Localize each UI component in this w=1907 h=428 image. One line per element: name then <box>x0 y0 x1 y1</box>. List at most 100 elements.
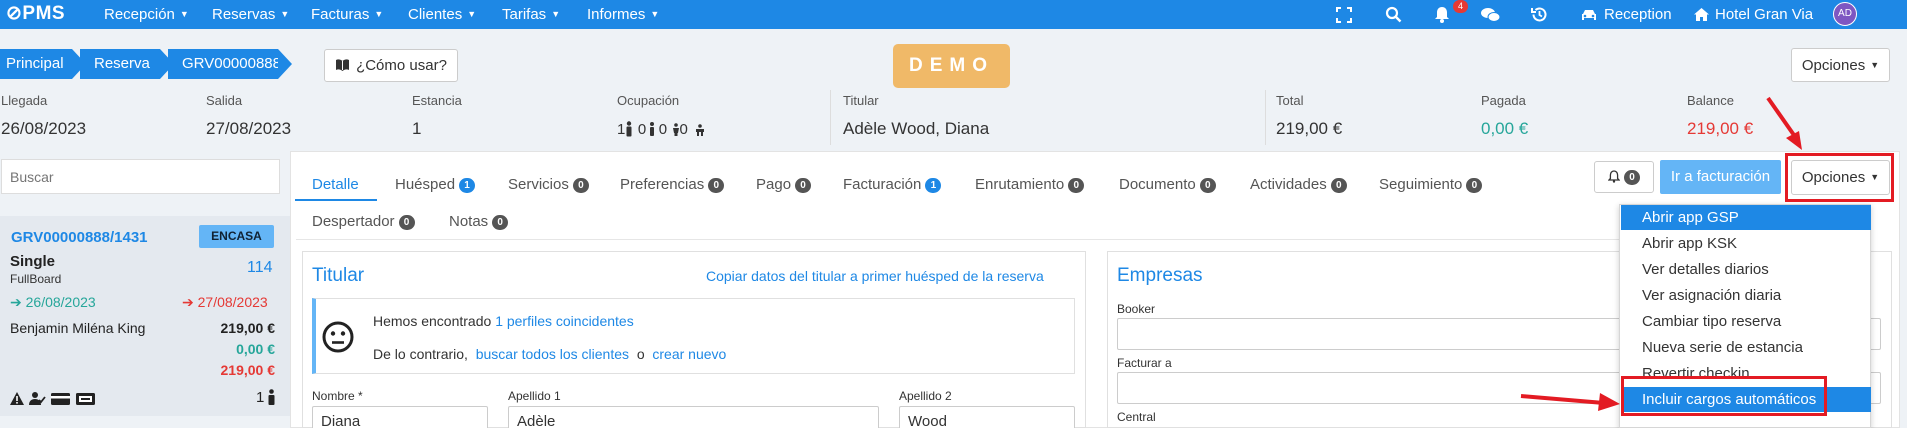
go-to-invoice-button[interactable]: Ir a facturación <box>1660 160 1781 194</box>
annotation-arrow-icon <box>1766 96 1802 150</box>
fullscreen-icon[interactable] <box>1336 7 1352 23</box>
matches-text: Hemos encontrado 1 perfiles coincidentes <box>373 313 634 329</box>
search-all-clients-link[interactable]: buscar todos los clientes <box>476 346 629 362</box>
apellido2-label: Apellido 2 <box>899 389 952 403</box>
breadcrumb-reserva[interactable]: Reserva <box>80 49 174 79</box>
dropdown-item-open-ksk[interactable]: Abrir app KSK <box>1621 231 1871 256</box>
dropdown-item-new-stay-series[interactable]: Nueva serie de estancia <box>1621 335 1871 360</box>
tab-pago[interactable]: Pago 0 <box>756 176 812 193</box>
breadcrumb-principal[interactable]: Principal <box>0 49 86 79</box>
caret-down-icon: ▼ <box>551 9 561 19</box>
tab-huesped[interactable]: Huésped 1 <box>395 176 476 193</box>
search-icon[interactable] <box>1385 6 1402 23</box>
how-to-use-button[interactable]: ¿Cómo usar? <box>324 49 458 82</box>
tab-facturacion[interactable]: Facturación 1 <box>843 176 942 193</box>
llegada-label: Llegada <box>1 93 48 108</box>
nombre-label: Nombre * <box>312 389 363 403</box>
hotel-selector[interactable]: Hotel Gran Via <box>1715 6 1813 23</box>
bell-icon[interactable] <box>1434 6 1450 23</box>
tab-detalle[interactable]: Detalle <box>312 176 359 193</box>
caret-down-icon: ▼ <box>179 9 189 19</box>
tab-badge: 0 <box>795 178 812 193</box>
or-text: o <box>636 346 645 362</box>
balance-label: Balance <box>1687 93 1734 108</box>
annotation-arrow-icon <box>1520 393 1620 411</box>
empresas-card-title: Empresas <box>1117 265 1203 286</box>
tab-badge: 1 <box>459 178 476 193</box>
chat-icon[interactable] <box>1481 7 1500 23</box>
tab-enrutamiento[interactable]: Enrutamiento 0 <box>975 176 1085 193</box>
caret-down-icon: ▼ <box>374 9 384 19</box>
tab-seguimiento[interactable]: Seguimiento 0 <box>1379 176 1483 193</box>
car-icon[interactable] <box>1580 8 1598 22</box>
tab-label: Enrutamiento <box>975 176 1065 193</box>
create-new-link[interactable]: crear nuevo <box>652 346 726 362</box>
salida-value: 27/08/2023 <box>206 119 292 138</box>
tab-documento[interactable]: Documento 0 <box>1119 176 1216 193</box>
tab-label: Actividades <box>1250 176 1327 193</box>
tab-label: Notas <box>449 213 489 230</box>
dropdown-item-daily-assignment[interactable]: Ver asignación diaria <box>1621 283 1871 308</box>
tab-badge: 0 <box>1068 178 1085 193</box>
caret-down-icon: ▼ <box>280 9 290 19</box>
menu-facturas[interactable]: Facturas ▼ <box>311 6 383 23</box>
tab-badge: 0 <box>1330 178 1347 193</box>
tab-badge: 0 <box>492 215 509 230</box>
tab-servicios[interactable]: Servicios 0 <box>508 176 589 193</box>
breadcrumb-reservation-id[interactable]: GRV00000888 <box>168 49 292 79</box>
options-button-top[interactable]: Opciones ▼ <box>1791 48 1890 82</box>
tab-badge: 0 <box>708 178 725 193</box>
matching-profiles-link[interactable]: 1 perfiles coincidentes <box>495 313 634 329</box>
bell-outline-icon <box>1607 170 1621 183</box>
apellido1-field[interactable]: Adèle <box>508 406 879 428</box>
tab-label: Preferencias <box>620 176 705 193</box>
menu-label: Clientes <box>408 6 463 23</box>
occupancy-icons <box>626 121 704 137</box>
person-icon <box>268 389 275 405</box>
reservation-id-link[interactable]: GRV00000888/1431 <box>11 229 148 246</box>
card-paid: 0,00 € <box>236 341 275 357</box>
home-icon[interactable] <box>1693 7 1710 22</box>
notification-badge: 4 <box>1453 0 1468 13</box>
user-avatar[interactable]: AD <box>1833 2 1857 26</box>
copy-titular-link[interactable]: Copiar datos del titular a primer huéspe… <box>706 268 1044 284</box>
menu-informes[interactable]: Informes ▼ <box>587 6 659 23</box>
menu-tarifas[interactable]: Tarifas ▼ <box>502 6 560 23</box>
tab-badge: 0 <box>1466 178 1483 193</box>
tab-despertador[interactable]: Despertador 0 <box>312 213 415 230</box>
tab-label: Servicios <box>508 176 569 193</box>
booker-label: Booker <box>1117 302 1156 316</box>
menu-recepcion[interactable]: Recepción ▼ <box>104 6 189 23</box>
central-label: Central <box>1117 410 1156 424</box>
annotation-highlight-box <box>1621 376 1827 416</box>
search-input[interactable] <box>1 159 280 194</box>
reception-link[interactable]: Reception <box>1604 6 1672 23</box>
dropdown-item-open-gsp[interactable]: Abrir app GSP <box>1621 205 1871 230</box>
tab-badge: 0 <box>572 178 589 193</box>
app-logo[interactable]: ⊘PMS <box>6 2 65 25</box>
apellido2-field[interactable]: Wood <box>899 406 1075 428</box>
card-total: 219,00 € <box>220 320 276 336</box>
active-tab-indicator <box>295 199 377 201</box>
dropdown-item-change-type[interactable]: Cambiar tipo reserva <box>1621 309 1871 334</box>
dropdown-item-daily-details[interactable]: Ver detalles diarios <box>1621 257 1871 282</box>
departure-date: ➔ 27/08/2023 <box>182 294 268 311</box>
tab-notas[interactable]: Notas 0 <box>449 213 509 230</box>
tab-label: Facturación <box>843 176 922 193</box>
neutral-face-icon <box>322 321 354 353</box>
history-icon[interactable] <box>1531 6 1548 23</box>
menu-clientes[interactable]: Clientes ▼ <box>408 6 476 23</box>
ocupacion-label: Ocupación <box>617 93 680 108</box>
room-number[interactable]: 114 <box>247 259 273 277</box>
tab-badge: 0 <box>398 215 415 230</box>
tab-preferencias[interactable]: Preferencias 0 <box>620 176 725 193</box>
nombre-field[interactable]: Diana <box>312 406 488 428</box>
salida-label: Salida <box>206 93 243 108</box>
tab-label: Despertador <box>312 213 395 230</box>
llegada-value: 26/08/2023 <box>1 119 87 138</box>
tab-actividades[interactable]: Actividades 0 <box>1250 176 1347 193</box>
tab-badge: 1 <box>925 178 942 193</box>
otherwise-text: De lo contrario, <box>373 346 468 362</box>
menu-reservas[interactable]: Reservas ▼ <box>212 6 289 23</box>
alerts-button[interactable]: 0 <box>1594 161 1654 193</box>
